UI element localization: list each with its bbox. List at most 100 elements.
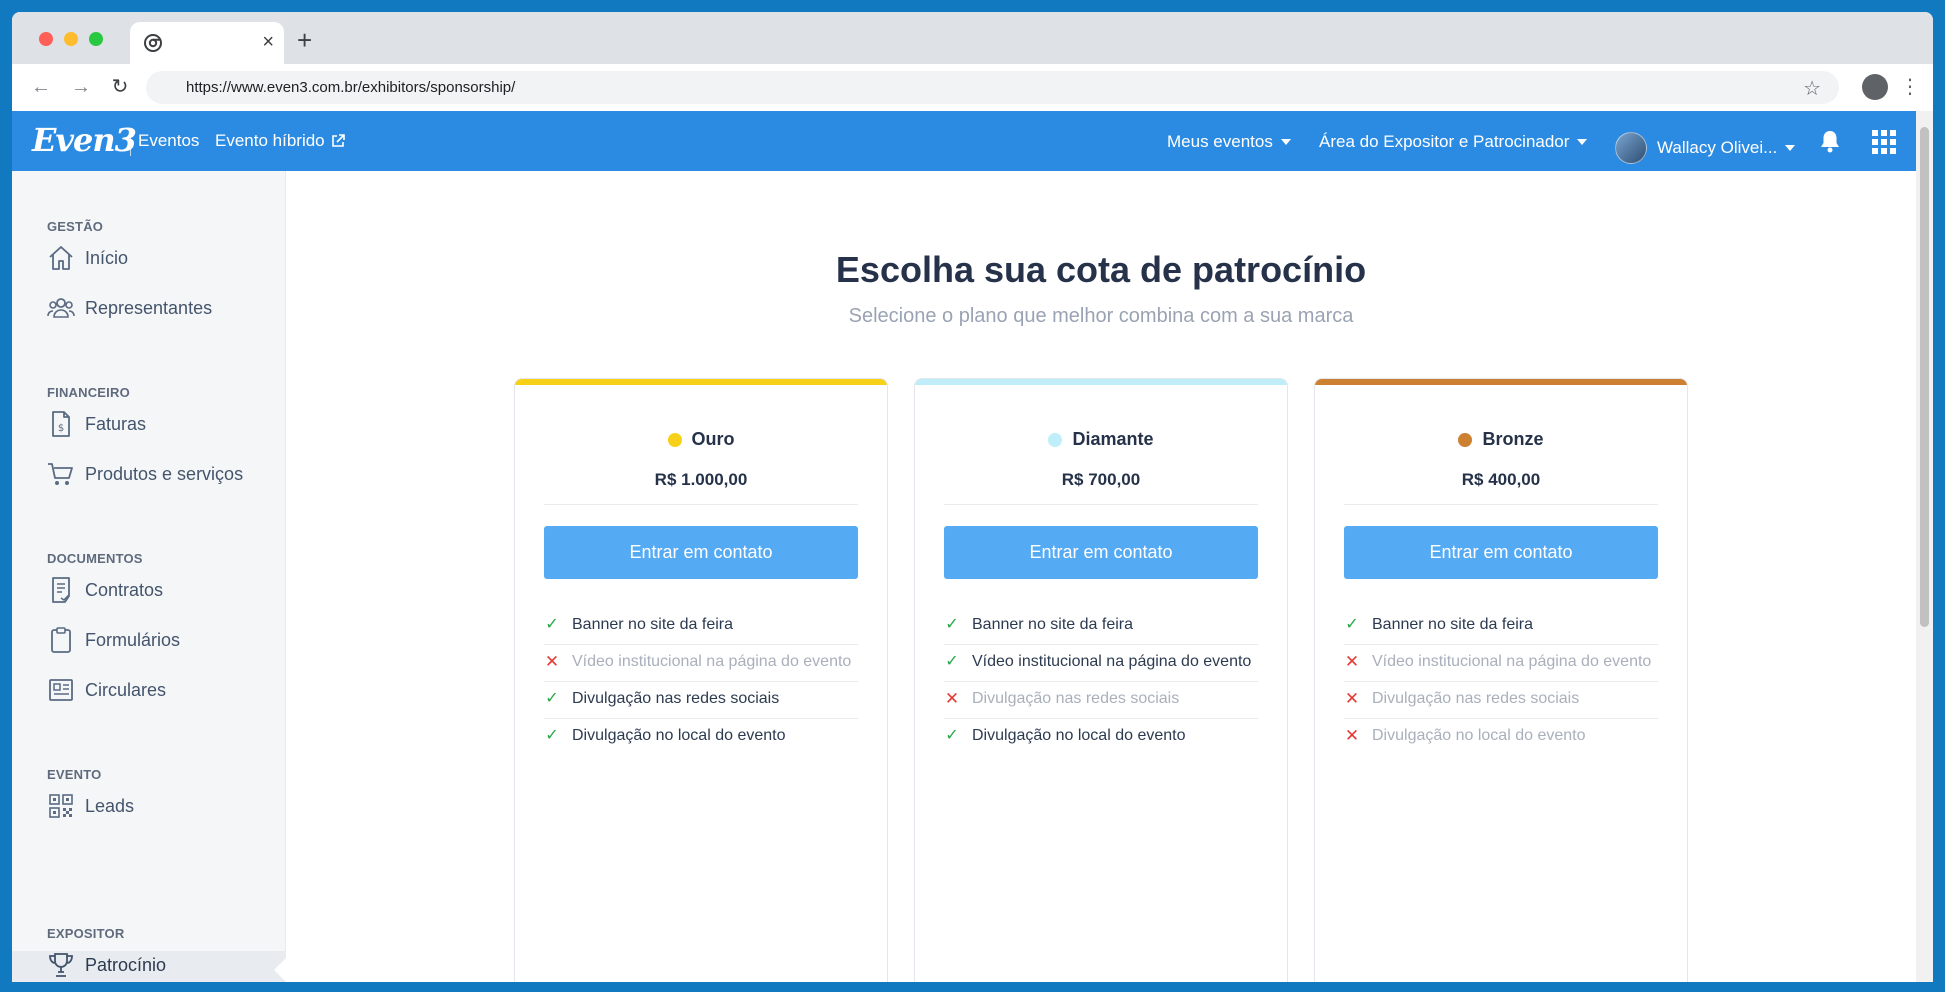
avatar [1615, 132, 1647, 164]
feature-item: ✓ Divulgação nas redes sociais [544, 682, 858, 719]
reload-icon[interactable]: ↻ [109, 76, 131, 98]
sidebar-item-formularios[interactable]: Formulários [47, 626, 180, 654]
feature-item: ✕ Vídeo institucional na página do evento [544, 645, 858, 682]
exhibitor-area-label: Área do Expositor e Patrocinador [1319, 132, 1570, 151]
users-icon [47, 298, 75, 318]
check-icon: ✓ [545, 727, 559, 744]
sidebar-item-inicio[interactable]: Início [47, 244, 128, 272]
plan-header: Ouro [515, 429, 887, 450]
plan-color-bar [1315, 379, 1687, 385]
feature-text: Divulgação no local do evento [572, 727, 786, 744]
my-events-menu[interactable]: Meus eventos [1167, 132, 1291, 152]
plan-name: Bronze [1482, 429, 1544, 449]
feature-item: ✕ Divulgação nas redes sociais [1344, 682, 1658, 719]
bookmark-star-icon[interactable]: ☆ [1803, 76, 1821, 101]
divider [544, 504, 858, 505]
url-text[interactable]: https://www.even3.com.br/exhibitors/spon… [186, 79, 515, 96]
even3-logo[interactable]: Even3 [32, 121, 137, 159]
feature-item: ✕ Divulgação nas redes sociais [944, 682, 1258, 719]
section-title-documentos: DOCUMENTOS [47, 551, 143, 566]
feature-text: Divulgação no local do evento [1372, 727, 1586, 744]
feature-item: ✓ Divulgação no local do evento [544, 719, 858, 755]
cross-icon: ✕ [944, 689, 960, 708]
feature-text: Vídeo institucional na página do evento [572, 653, 852, 670]
kebab-menu-icon[interactable]: ⋮ [1900, 74, 1920, 100]
sidebar-item-circulares[interactable]: Circulares [47, 676, 166, 704]
cross-icon: ✕ [1344, 726, 1360, 745]
sidebar-item-faturas[interactable]: $ Faturas [47, 410, 146, 438]
check-icon: ✓ [945, 616, 959, 633]
contact-button[interactable]: Entrar em contato [544, 526, 858, 579]
apps-grid-icon[interactable] [1872, 130, 1896, 154]
address-bar[interactable]: https://www.even3.com.br/exhibitors/spon… [146, 71, 1839, 104]
sidebar-item-label: Circulares [85, 679, 167, 700]
caret-down-icon [1577, 139, 1588, 145]
plan-dot-icon [1048, 432, 1063, 447]
cross-icon: ✕ [1344, 652, 1360, 671]
plan-dot-icon [1458, 432, 1473, 447]
invoice-icon: $ [52, 411, 70, 437]
app-header: Even3 Eventos Evento híbrido Meus evento… [12, 111, 1916, 171]
feature-text: Vídeo institucional na página do evento [972, 653, 1252, 670]
divider [944, 504, 1258, 505]
feature-text: Divulgação nas redes sociais [972, 690, 1180, 707]
cart-icon [48, 463, 73, 485]
browser-tab[interactable]: × [130, 22, 284, 64]
section-title-expositor: EXPOSITOR [47, 926, 125, 941]
new-tab-button[interactable]: + [297, 27, 312, 53]
plan-card-ouro: Ouro R$ 1.000,00 Entrar em contato ✓ Banner … [514, 378, 888, 982]
user-name: Wallacy Olivei... [1657, 138, 1778, 157]
hybrid-event-link[interactable]: Evento híbrido [215, 131, 345, 151]
newspaper-icon [49, 679, 73, 701]
plan-name: Ouro [691, 429, 735, 449]
check-icon: ✓ [1345, 616, 1359, 633]
user-menu[interactable]: Wallacy Olivei... [1615, 132, 1796, 164]
sidebar-item-produtos[interactable]: Produtos e serviços [47, 460, 243, 488]
tab-close-icon[interactable]: × [262, 30, 274, 54]
page-title: Escolha sua cota de patrocínio [835, 249, 1367, 290]
feature-text: Divulgação no local do evento [972, 727, 1186, 744]
close-window-button[interactable] [39, 32, 53, 46]
chrome-icon [144, 34, 162, 52]
minimize-window-button[interactable] [64, 32, 78, 46]
plan-header: Diamante [915, 429, 1287, 450]
back-arrow-icon[interactable]: ← [30, 76, 52, 98]
scrollbar-thumb[interactable] [1920, 127, 1929, 627]
exhibitor-area-menu[interactable]: Área do Expositor e Patrocinador [1319, 132, 1588, 152]
section-title-financeiro: FINANCEIRO [47, 385, 130, 400]
logo-divider [130, 128, 131, 156]
contact-button[interactable]: Entrar em contato [944, 526, 1258, 579]
page-scrollbar[interactable] [1916, 111, 1933, 982]
sidebar-item-label: Contratos [85, 579, 164, 600]
sidebar-item-contratos[interactable]: Contratos [47, 576, 163, 604]
feature-item: ✓ Banner no site da feira [1344, 608, 1658, 645]
browser-toolbar: ← → ↻ https://www.even3.com.br/exhibitor… [12, 64, 1933, 112]
sidebar-item-representantes[interactable]: Representantes [47, 294, 212, 322]
maximize-window-button[interactable] [89, 32, 103, 46]
sidebar-item-label: Leads [85, 795, 135, 816]
caret-down-icon [1280, 139, 1291, 145]
contact-button[interactable]: Entrar em contato [1344, 526, 1658, 579]
plan-color-bar [515, 379, 887, 385]
sidebar-item-label: Produtos e serviços [85, 463, 244, 484]
feature-list: ✓ Banner no site da feira ✕ Vídeo instituci… [544, 608, 858, 755]
sidebar-item-leads[interactable]: Leads [47, 792, 134, 820]
plan-color-bar [915, 379, 1287, 385]
feature-text: Banner no site da feira [1372, 616, 1533, 633]
forward-arrow-icon[interactable]: → [70, 76, 92, 98]
sidebar-item-label: Início [85, 247, 129, 268]
feature-text: Banner no site da feira [572, 616, 733, 633]
page-subtitle: Selecione o plano que melhor combina com… [848, 305, 1354, 327]
section-title-gestao: GESTÃO [47, 219, 104, 234]
bell-icon[interactable] [1819, 129, 1841, 153]
feature-item: ✓ Vídeo institucional na página do evento [944, 645, 1258, 682]
sidebar-item-patrocinio[interactable]: Patrocínio [47, 951, 166, 979]
feature-item: ✕ Divulgação no local do evento [1344, 719, 1658, 755]
feature-item: ✓ Divulgação no local do evento [944, 719, 1258, 755]
feature-text: Banner no site da feira [972, 616, 1133, 633]
feature-item: ✕ Vídeo institucional na página do evento [1344, 645, 1658, 682]
my-events-label: Meus eventos [1167, 132, 1273, 151]
profile-icon[interactable] [1862, 74, 1888, 100]
plan-header: Bronze [1315, 429, 1687, 450]
active-item-notch [274, 958, 286, 982]
